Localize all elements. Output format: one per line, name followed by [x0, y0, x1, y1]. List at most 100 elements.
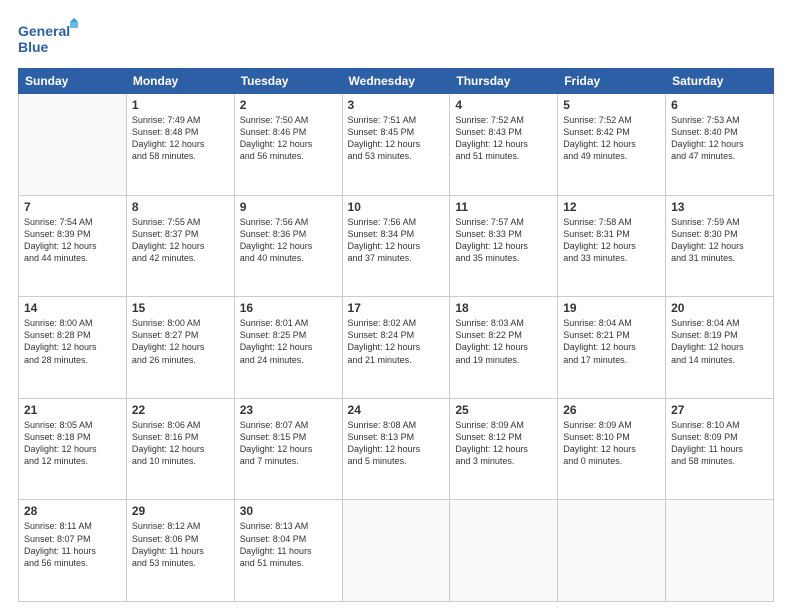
day-number: 10: [348, 200, 445, 214]
day-info: Sunrise: 7:49 AM Sunset: 8:48 PM Dayligh…: [132, 114, 229, 163]
day-number: 20: [671, 301, 768, 315]
day-cell: 30Sunrise: 8:13 AM Sunset: 8:04 PM Dayli…: [234, 500, 342, 602]
day-info: Sunrise: 8:01 AM Sunset: 8:25 PM Dayligh…: [240, 317, 337, 366]
day-number: 1: [132, 98, 229, 112]
day-header-tuesday: Tuesday: [234, 69, 342, 94]
day-info: Sunrise: 7:56 AM Sunset: 8:36 PM Dayligh…: [240, 216, 337, 265]
day-number: 21: [24, 403, 121, 417]
day-cell: 24Sunrise: 8:08 AM Sunset: 8:13 PM Dayli…: [342, 398, 450, 500]
day-number: 5: [563, 98, 660, 112]
day-cell: 14 Sunrise: 8:00 AM Sunset: 8:28 PM Dayli…: [19, 297, 127, 399]
page: General Blue SundayMondayTuesdayWednesda…: [0, 0, 792, 612]
day-cell: 15 Sunrise: 8:00 AM Sunset: 8:27 PM Dayli…: [126, 297, 234, 399]
day-cell: 8 Sunrise: 7:55 AM Sunset: 8:37 PM Daylig…: [126, 195, 234, 297]
day-header-sunday: Sunday: [19, 69, 127, 94]
day-info: Sunrise: 8:10 AM Sunset: 8:09 PM Dayligh…: [671, 419, 768, 468]
day-info: Sunrise: 8:11 AM Sunset: 8:07 PM Dayligh…: [24, 520, 121, 569]
day-cell: 13Sunrise: 7:59 AM Sunset: 8:30 PM Dayli…: [666, 195, 774, 297]
day-header-thursday: Thursday: [450, 69, 558, 94]
day-number: 11: [455, 200, 552, 214]
day-cell: 22 Sunrise: 8:06 AM Sunset: 8:16 PM Dayli…: [126, 398, 234, 500]
day-info: Sunrise: 7:57 AM Sunset: 8:33 PM Dayligh…: [455, 216, 552, 265]
day-number: 8: [132, 200, 229, 214]
day-info: Sunrise: 7:56 AM Sunset: 8:34 PM Dayligh…: [348, 216, 445, 265]
day-info: Sunrise: 7:58 AM Sunset: 8:31 PM Dayligh…: [563, 216, 660, 265]
day-info: Sunrise: 7:54 AM Sunset: 8:39 PM Dayligh…: [24, 216, 121, 265]
day-number: 2: [240, 98, 337, 112]
day-number: 3: [348, 98, 445, 112]
day-number: 12: [563, 200, 660, 214]
day-info: Sunrise: 8:12 AM Sunset: 8:06 PM Dayligh…: [132, 520, 229, 569]
day-cell: 19Sunrise: 8:04 AM Sunset: 8:21 PM Dayli…: [558, 297, 666, 399]
week-row-5: 28Sunrise: 8:11 AM Sunset: 8:07 PM Dayli…: [19, 500, 774, 602]
day-number: 22: [132, 403, 229, 417]
day-number: 27: [671, 403, 768, 417]
day-cell: 11 Sunrise: 7:57 AM Sunset: 8:33 PM Dayli…: [450, 195, 558, 297]
day-header-wednesday: Wednesday: [342, 69, 450, 94]
day-cell: 7 Sunrise: 7:54 AM Sunset: 8:39 PM Daylig…: [19, 195, 127, 297]
logo: General Blue: [18, 18, 78, 58]
day-info: Sunrise: 8:09 AM Sunset: 8:12 PM Dayligh…: [455, 419, 552, 468]
day-info: Sunrise: 8:07 AM Sunset: 8:15 PM Dayligh…: [240, 419, 337, 468]
day-info: Sunrise: 8:04 AM Sunset: 8:19 PM Dayligh…: [671, 317, 768, 366]
day-header-monday: Monday: [126, 69, 234, 94]
day-info: Sunrise: 8:13 AM Sunset: 8:04 PM Dayligh…: [240, 520, 337, 569]
day-number: 9: [240, 200, 337, 214]
day-number: 15: [132, 301, 229, 315]
day-number: 6: [671, 98, 768, 112]
day-info: Sunrise: 7:50 AM Sunset: 8:46 PM Dayligh…: [240, 114, 337, 163]
day-info: Sunrise: 8:00 AM Sunset: 8:27 PM Dayligh…: [132, 317, 229, 366]
calendar: SundayMondayTuesdayWednesdayThursdayFrid…: [18, 68, 774, 602]
day-number: 25: [455, 403, 552, 417]
day-number: 16: [240, 301, 337, 315]
day-info: Sunrise: 8:03 AM Sunset: 8:22 PM Dayligh…: [455, 317, 552, 366]
day-cell: 16 Sunrise: 8:01 AM Sunset: 8:25 PM Dayli…: [234, 297, 342, 399]
day-cell: [342, 500, 450, 602]
logo-svg: General Blue: [18, 18, 78, 58]
day-info: Sunrise: 7:53 AM Sunset: 8:40 PM Dayligh…: [671, 114, 768, 163]
day-info: Sunrise: 7:51 AM Sunset: 8:45 PM Dayligh…: [348, 114, 445, 163]
day-info: Sunrise: 8:06 AM Sunset: 8:16 PM Dayligh…: [132, 419, 229, 468]
week-row-1: 1 Sunrise: 7:49 AM Sunset: 8:48 PM Daylig…: [19, 94, 774, 196]
day-cell: 12 Sunrise: 7:58 AM Sunset: 8:31 PM Dayli…: [558, 195, 666, 297]
day-cell: 2 Sunrise: 7:50 AM Sunset: 8:46 PM Daylig…: [234, 94, 342, 196]
day-cell: [558, 500, 666, 602]
day-info: Sunrise: 8:09 AM Sunset: 8:10 PM Dayligh…: [563, 419, 660, 468]
day-number: 13: [671, 200, 768, 214]
day-cell: [666, 500, 774, 602]
day-header-friday: Friday: [558, 69, 666, 94]
day-cell: 9 Sunrise: 7:56 AM Sunset: 8:36 PM Daylig…: [234, 195, 342, 297]
day-info: Sunrise: 8:02 AM Sunset: 8:24 PM Dayligh…: [348, 317, 445, 366]
day-cell: 27 Sunrise: 8:10 AM Sunset: 8:09 PM Dayli…: [666, 398, 774, 500]
day-number: 7: [24, 200, 121, 214]
day-cell: 21 Sunrise: 8:05 AM Sunset: 8:18 PM Dayli…: [19, 398, 127, 500]
day-number: 18: [455, 301, 552, 315]
day-number: 14: [24, 301, 121, 315]
day-cell: 3 Sunrise: 7:51 AM Sunset: 8:45 PM Daylig…: [342, 94, 450, 196]
day-cell: 20 Sunrise: 8:04 AM Sunset: 8:19 PM Dayli…: [666, 297, 774, 399]
day-number: 23: [240, 403, 337, 417]
day-cell: 26Sunrise: 8:09 AM Sunset: 8:10 PM Dayli…: [558, 398, 666, 500]
day-number: 17: [348, 301, 445, 315]
day-info: Sunrise: 7:55 AM Sunset: 8:37 PM Dayligh…: [132, 216, 229, 265]
day-cell: 17 Sunrise: 8:02 AM Sunset: 8:24 PM Dayli…: [342, 297, 450, 399]
header-row: SundayMondayTuesdayWednesdayThursdayFrid…: [19, 69, 774, 94]
day-cell: 25 Sunrise: 8:09 AM Sunset: 8:12 PM Dayli…: [450, 398, 558, 500]
day-info: Sunrise: 8:05 AM Sunset: 8:18 PM Dayligh…: [24, 419, 121, 468]
day-info: Sunrise: 8:00 AM Sunset: 8:28 PM Dayligh…: [24, 317, 121, 366]
week-row-4: 21 Sunrise: 8:05 AM Sunset: 8:18 PM Dayli…: [19, 398, 774, 500]
week-row-3: 14 Sunrise: 8:00 AM Sunset: 8:28 PM Dayli…: [19, 297, 774, 399]
day-cell: [19, 94, 127, 196]
header: General Blue: [18, 18, 774, 58]
day-number: 4: [455, 98, 552, 112]
svg-text:Blue: Blue: [18, 39, 49, 55]
day-info: Sunrise: 8:08 AM Sunset: 8:13 PM Dayligh…: [348, 419, 445, 468]
day-cell: 1 Sunrise: 7:49 AM Sunset: 8:48 PM Daylig…: [126, 94, 234, 196]
day-info: Sunrise: 8:04 AM Sunset: 8:21 PM Dayligh…: [563, 317, 660, 366]
day-header-saturday: Saturday: [666, 69, 774, 94]
day-cell: 5Sunrise: 7:52 AM Sunset: 8:42 PM Daylig…: [558, 94, 666, 196]
day-info: Sunrise: 7:52 AM Sunset: 8:43 PM Dayligh…: [455, 114, 552, 163]
day-cell: 28Sunrise: 8:11 AM Sunset: 8:07 PM Dayli…: [19, 500, 127, 602]
day-cell: [450, 500, 558, 602]
day-cell: 4 Sunrise: 7:52 AM Sunset: 8:43 PM Daylig…: [450, 94, 558, 196]
